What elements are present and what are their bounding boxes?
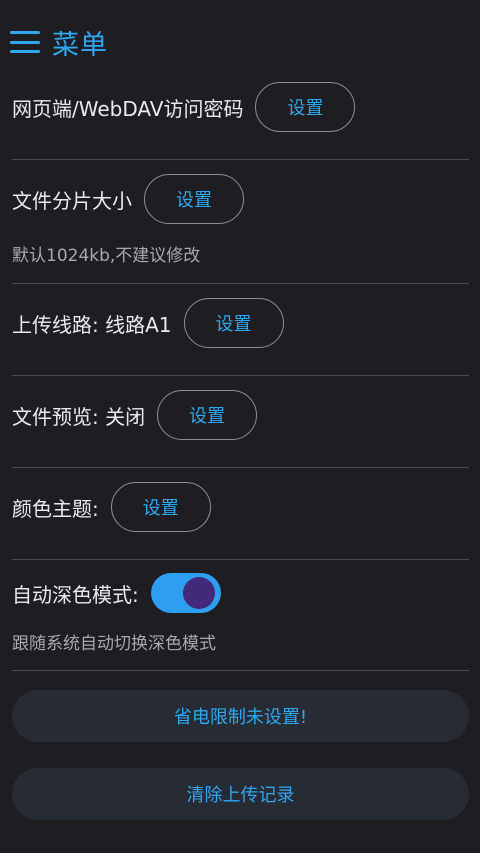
chunk-size-label: 文件分片大小 [12,188,132,213]
divider [12,283,469,284]
color-theme-set-button[interactable]: 设置 [110,482,211,532]
battery-saver-button[interactable]: 省电限制未设置! [12,690,469,742]
color-theme-label: 颜色主题: [12,496,99,521]
clear-upload-history-button[interactable]: 清除上传记录 [12,768,469,820]
setting-row-upload-route: 上传线路: 线路A1 设置 [12,298,284,348]
upload-route-label: 上传线路: 线路A1 [12,312,172,337]
divider [12,375,469,376]
file-preview-label: 文件预览: 关闭 [12,404,146,429]
auto-dark-label: 自动深色模式: [12,582,139,607]
setting-row-color-theme: 颜色主题: 设置 [12,482,211,532]
setting-row-auto-dark: 自动深色模式: [12,573,221,613]
divider [12,559,469,560]
setting-row-chunk-size: 文件分片大小 设置 [12,174,244,224]
toggle-knob [182,577,215,609]
divider [12,159,469,160]
page-title: 菜单 [52,29,108,61]
setting-row-file-preview: 文件预览: 关闭 设置 [12,390,258,440]
auto-dark-hint: 跟随系统自动切换深色模式 [12,634,216,654]
divider [12,467,469,468]
auto-dark-toggle[interactable] [150,573,221,613]
divider [12,670,469,671]
webdav-password-set-button[interactable]: 设置 [255,82,356,132]
webdav-password-label: 网页端/WebDAV访问密码 [12,96,244,121]
file-preview-set-button[interactable]: 设置 [157,390,258,440]
header: 菜单 [10,22,108,62]
setting-row-webdav-password: 网页端/WebDAV访问密码 设置 [12,82,356,132]
hamburger-menu-icon[interactable] [10,31,40,53]
chunk-size-hint: 默认1024kb,不建议修改 [12,246,201,266]
chunk-size-set-button[interactable]: 设置 [144,174,244,224]
upload-route-set-button[interactable]: 设置 [183,298,284,348]
